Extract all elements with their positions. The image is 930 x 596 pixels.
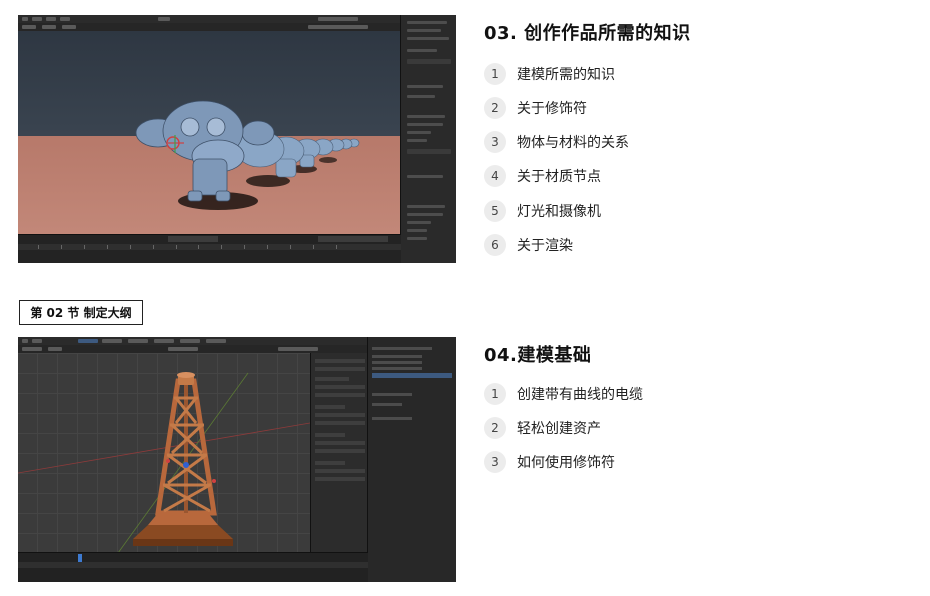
item-label: 轻松创建资产 bbox=[517, 421, 601, 437]
outline-item: 1 建模所需的知识 bbox=[484, 63, 615, 85]
timeline-tick bbox=[267, 245, 269, 249]
timeline-tick bbox=[244, 245, 246, 249]
item-label: 创建带有曲线的电缆 bbox=[517, 387, 643, 403]
blender-header bbox=[18, 23, 456, 31]
timeline-tick bbox=[175, 245, 177, 249]
item-number: 4 bbox=[484, 165, 506, 187]
item-number: 6 bbox=[484, 234, 506, 256]
item-label: 关于修饰符 bbox=[517, 101, 587, 117]
timeline-tick bbox=[198, 245, 200, 249]
timeline-tick bbox=[336, 245, 337, 249]
properties-panel[interactable] bbox=[400, 15, 456, 263]
blender-screenshot-tower bbox=[18, 337, 456, 582]
outline-item: 4 关于材质节点 bbox=[484, 165, 601, 187]
timeline-tick bbox=[60, 245, 62, 249]
item-number: 2 bbox=[484, 417, 506, 439]
outline-item: 3 物体与材料的关系 bbox=[484, 131, 629, 153]
section-title: 04.建模基础 bbox=[484, 345, 592, 366]
outline-item: 1 创建带有曲线的电缆 bbox=[484, 383, 643, 405]
section-title: 03. 创作作品所需的知识 bbox=[484, 23, 691, 44]
item-number: 3 bbox=[484, 131, 506, 153]
item-label: 关于材质节点 bbox=[517, 169, 601, 185]
3d-viewport[interactable] bbox=[18, 31, 401, 251]
item-number: 2 bbox=[484, 97, 506, 119]
timeline-tick bbox=[106, 245, 108, 249]
tower-model-render bbox=[18, 372, 310, 553]
outline-item: 5 灯光和摄像机 bbox=[484, 200, 601, 222]
outliner-properties[interactable] bbox=[367, 337, 456, 582]
item-number: 5 bbox=[484, 200, 506, 222]
item-number: 1 bbox=[484, 383, 506, 405]
timeline[interactable] bbox=[18, 234, 401, 263]
3d-viewport[interactable] bbox=[18, 353, 310, 553]
monkey-array-render bbox=[135, 100, 360, 210]
timeline-tick bbox=[38, 245, 39, 249]
item-number: 1 bbox=[484, 63, 506, 85]
outline-item: 2 关于修饰符 bbox=[484, 97, 587, 119]
item-label: 灯光和摄像机 bbox=[517, 204, 601, 220]
n-panel[interactable] bbox=[310, 353, 369, 553]
timeline-tick bbox=[152, 245, 154, 249]
item-number: 3 bbox=[484, 451, 506, 473]
outline-item: 2 轻松创建资产 bbox=[484, 417, 601, 439]
item-label: 如何使用修饰符 bbox=[517, 455, 615, 471]
item-label: 关于渲染 bbox=[517, 238, 573, 254]
chapter-tag: 第 02 节 制定大纲 bbox=[19, 300, 143, 325]
timeline-tick bbox=[313, 245, 315, 249]
outline-item: 3 如何使用修饰符 bbox=[484, 451, 615, 473]
timeline-tick bbox=[221, 245, 223, 249]
blender-screenshot-monkeys bbox=[18, 15, 456, 263]
timeline-tick bbox=[83, 245, 85, 249]
outline-item: 6 关于渲染 bbox=[484, 234, 573, 256]
timeline[interactable] bbox=[18, 552, 368, 582]
item-label: 建模所需的知识 bbox=[517, 67, 615, 83]
timeline-tick bbox=[129, 245, 131, 249]
timeline-tick bbox=[290, 245, 292, 249]
item-label: 物体与材料的关系 bbox=[517, 135, 629, 151]
